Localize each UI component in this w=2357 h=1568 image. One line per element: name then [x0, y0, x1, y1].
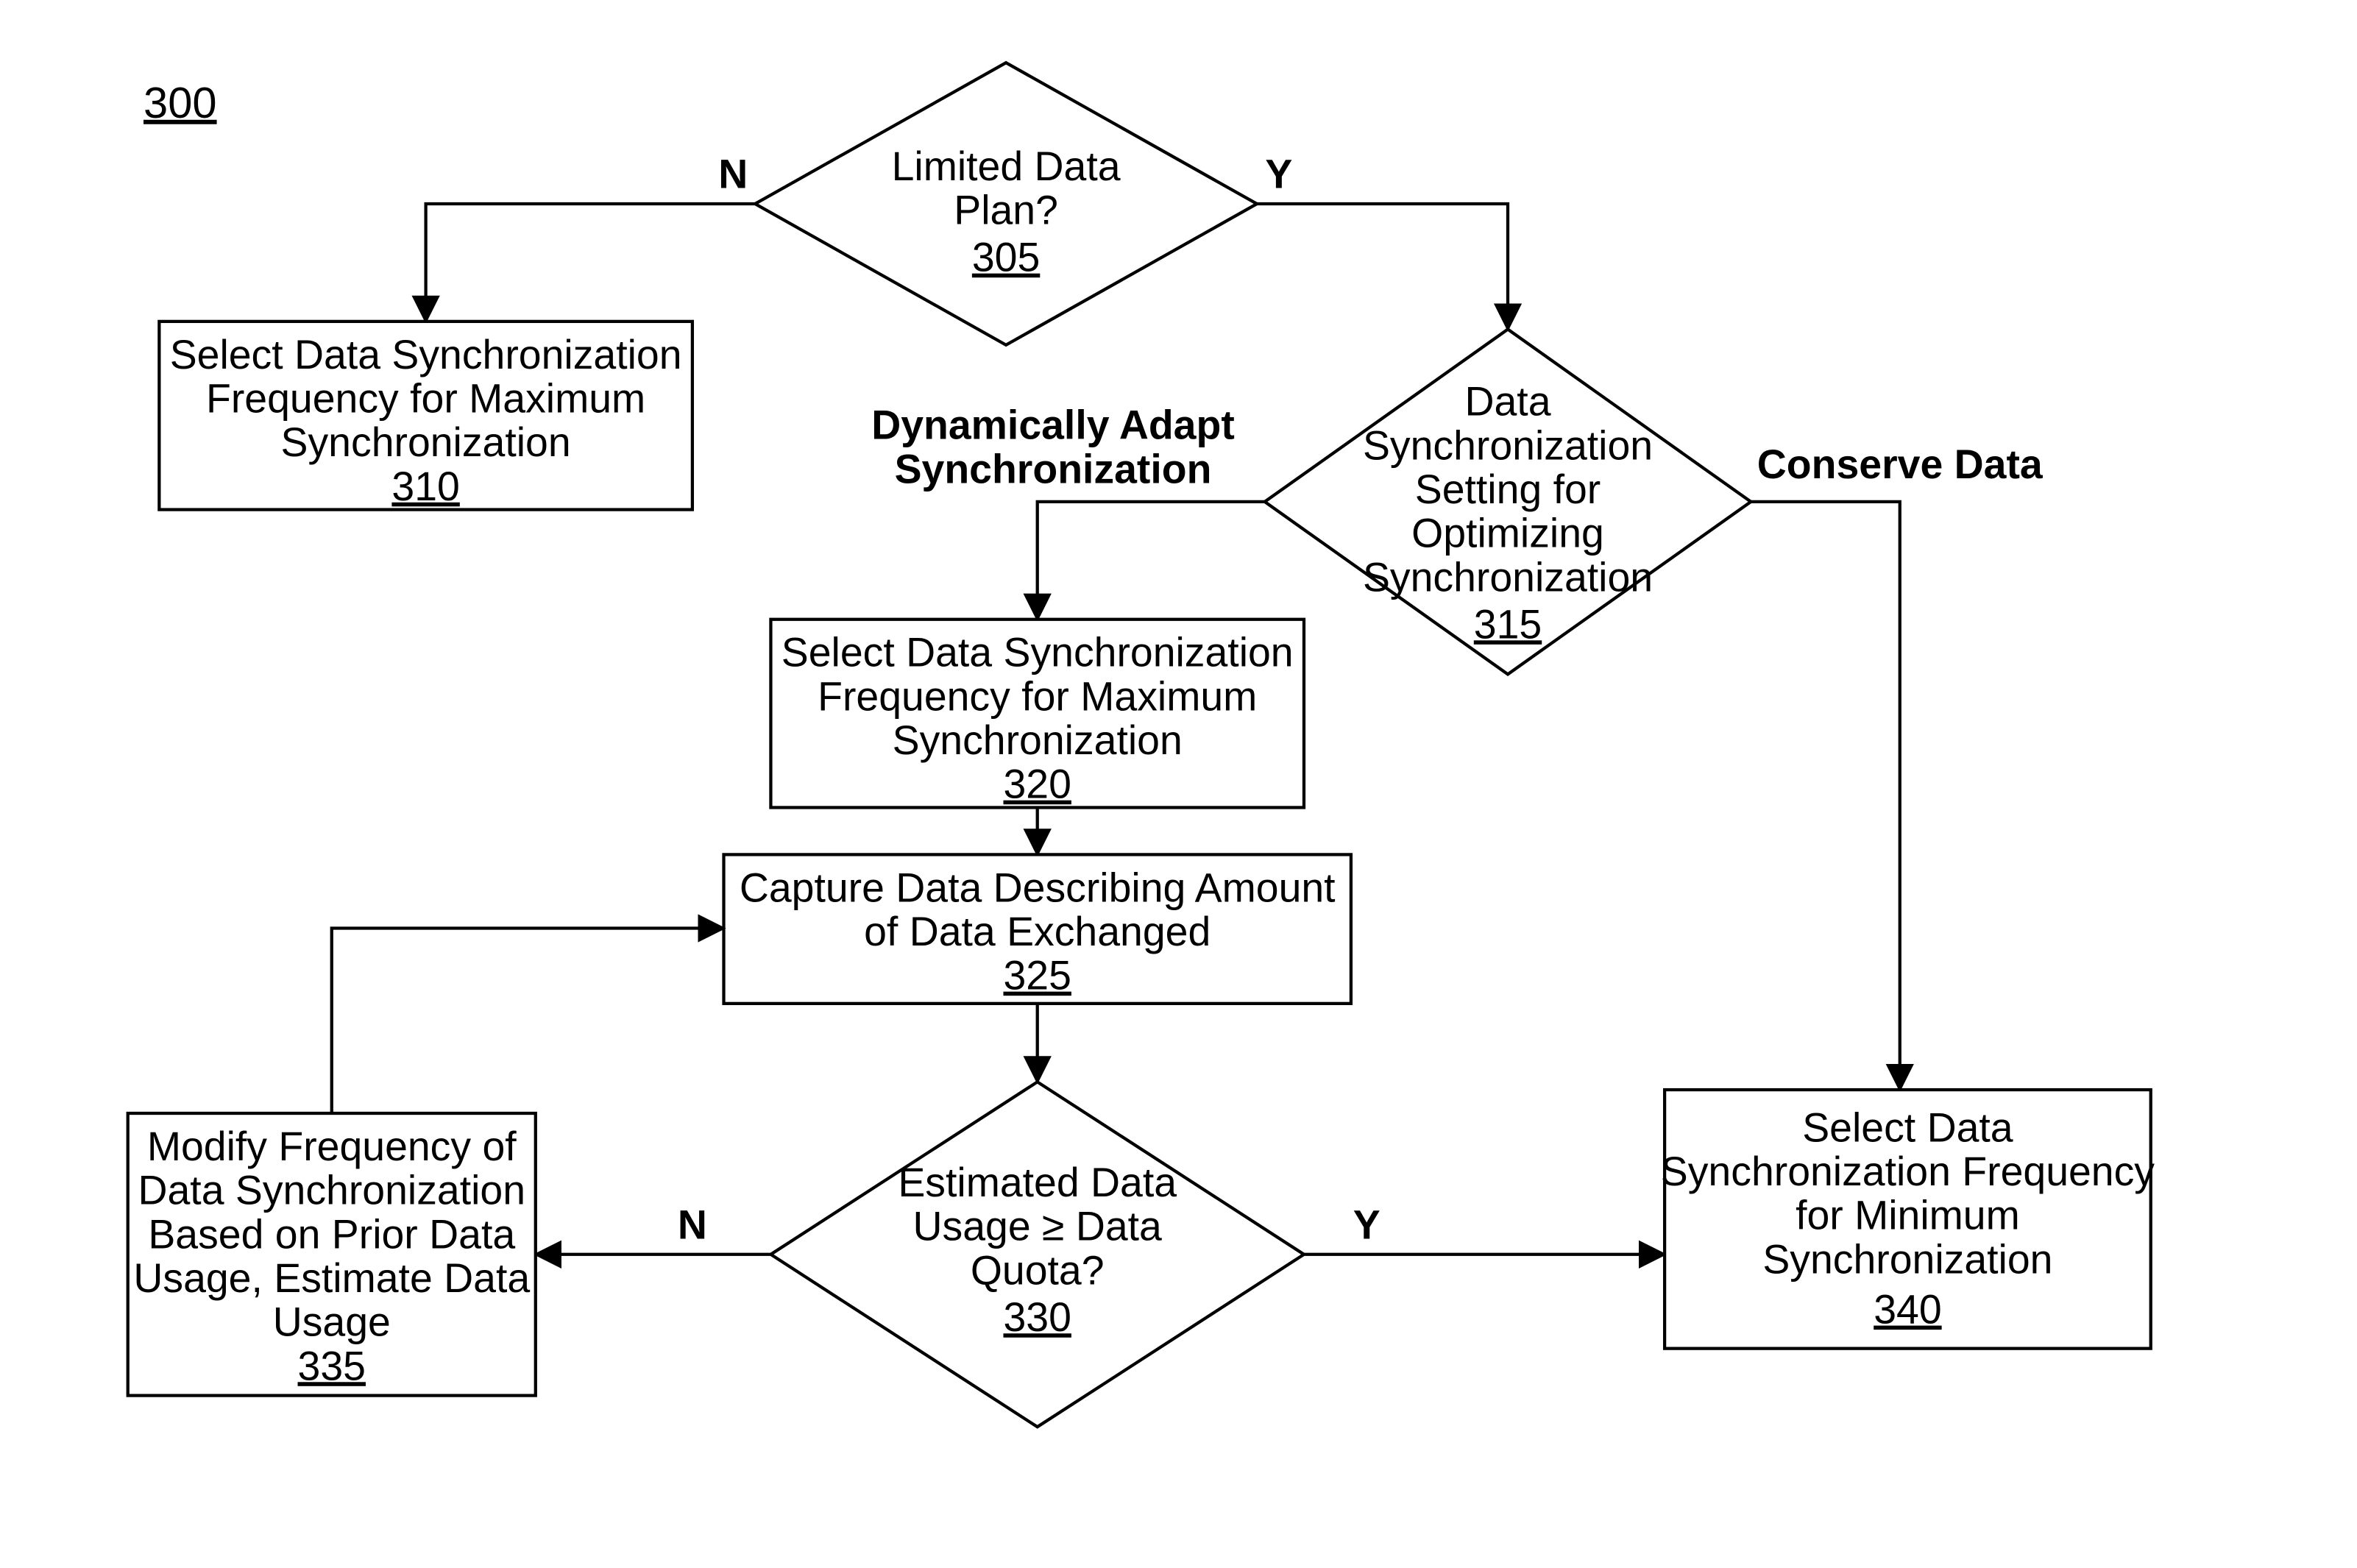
decision-limited-data-plan: Limited Data Plan? 305 — [755, 63, 1257, 345]
n330-line2: Usage ≥ Data — [913, 1204, 1162, 1249]
n305-line2: Plan? — [954, 188, 1058, 233]
edge-330-no: N — [536, 1202, 771, 1254]
n335-line1: Modify Frequency of — [147, 1124, 517, 1169]
n335-ref: 335 — [298, 1343, 366, 1388]
n325-line2: of Data Exchanged — [864, 909, 1211, 954]
n305-line1: Limited Data — [892, 143, 1121, 189]
flowchart-canvas: 300 Limited Data Plan? 305 N Y Select Da… — [0, 0, 2357, 1568]
n340-line2: Synchronization Frequency — [1661, 1149, 2155, 1194]
process-select-max-sync-320: Select Data Synchronization Frequency fo… — [770, 620, 1304, 808]
label-315-right: Conserve Data — [1757, 441, 2044, 487]
process-select-max-sync-310: Select Data Synchronization Frequency fo… — [159, 322, 692, 510]
n335-line4: Usage, Estimate Data — [133, 1255, 530, 1301]
n320-ref: 320 — [1003, 762, 1071, 807]
label-305-yes: Y — [1265, 152, 1292, 197]
n335-line5: Usage — [273, 1299, 391, 1345]
n340-line4: Synchronization — [1762, 1236, 2052, 1282]
label-315-left-1: Dynamically Adapt — [871, 402, 1235, 448]
n340-ref: 340 — [1874, 1287, 1941, 1333]
n305-ref: 305 — [972, 235, 1040, 280]
n325-ref: 325 — [1003, 953, 1071, 998]
n330-line3: Quota? — [971, 1247, 1105, 1293]
edge-305-yes: Y — [1257, 152, 1508, 330]
n325-line1: Capture Data Describing Amount — [740, 865, 1336, 910]
n315-line1: Data — [1465, 379, 1551, 425]
n335-line2: Data Synchronization — [138, 1168, 526, 1213]
label-330-no: N — [678, 1202, 707, 1247]
n315-line2: Synchronization — [1363, 422, 1653, 468]
edge-315-right: Conserve Data — [1751, 441, 2044, 1090]
n320-line2: Frequency for Maximum — [818, 673, 1257, 719]
process-modify-frequency: Modify Frequency of Data Synchronization… — [128, 1113, 536, 1396]
n340-line3: for Minimum — [1796, 1193, 2020, 1238]
n310-line2: Frequency for Maximum — [206, 375, 645, 421]
n310-ref: 310 — [391, 464, 459, 509]
n315-line3: Setting for — [1415, 467, 1601, 512]
figure-reference: 300 — [143, 78, 217, 127]
process-select-min-sync: Select Data Synchronization Frequency fo… — [1661, 1090, 2155, 1349]
label-305-no: N — [718, 152, 748, 197]
n310-line3: Synchronization — [281, 419, 571, 465]
edge-305-no: N — [426, 152, 756, 322]
n320-line3: Synchronization — [893, 717, 1183, 763]
n315-line4: Optimizing — [1411, 511, 1604, 556]
label-330-yes: Y — [1353, 1202, 1380, 1247]
label-315-left-2: Synchronization — [895, 446, 1212, 492]
edge-315-left: Dynamically Adapt Synchronization — [871, 402, 1264, 620]
n340-line1: Select Data — [1802, 1104, 2013, 1150]
n310-line1: Select Data Synchronization — [170, 332, 682, 377]
edge-330-yes: Y — [1304, 1202, 1665, 1254]
process-capture-data: Capture Data Describing Amount of Data E… — [724, 854, 1351, 1003]
n335-line3: Based on Prior Data — [148, 1211, 515, 1257]
n315-ref: 315 — [1474, 601, 1542, 647]
n330-line1: Estimated Data — [898, 1160, 1177, 1205]
decision-usage-ge-quota: Estimated Data Usage ≥ Data Quota? 330 — [770, 1082, 1304, 1427]
n315-line5: Synchronization — [1363, 554, 1653, 600]
decision-optimize-setting: Data Synchronization Setting for Optimiz… — [1265, 330, 1751, 675]
n320-line1: Select Data Synchronization — [781, 630, 1294, 675]
edge-335-to-325 — [332, 929, 724, 1113]
n330-ref: 330 — [1003, 1294, 1071, 1340]
